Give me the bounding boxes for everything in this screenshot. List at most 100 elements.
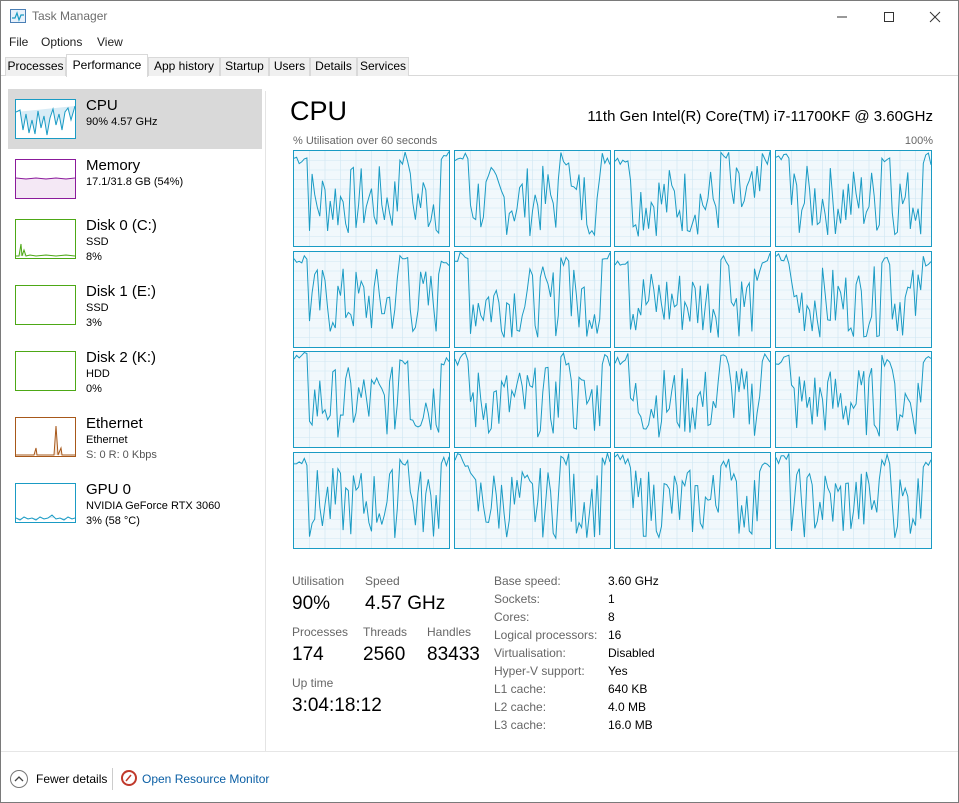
- resource-name: CPU: [86, 97, 118, 114]
- footer-separator: [112, 768, 113, 790]
- logical-processor-graph: [293, 150, 450, 247]
- tab-services[interactable]: Services: [357, 57, 409, 76]
- utilisation-label: Utilisation: [292, 574, 345, 588]
- task-manager-window: Task Manager File Options View Processes…: [0, 0, 959, 803]
- tab-users[interactable]: Users: [269, 57, 310, 76]
- resource-type: SSD: [86, 302, 109, 314]
- tab-performance[interactable]: Performance: [66, 54, 148, 77]
- logical-processor-graph: [454, 351, 611, 448]
- resource-detail: 90% 4.57 GHz: [86, 116, 158, 128]
- spec-label: Sockets:: [494, 592, 541, 606]
- close-icon: [929, 11, 941, 22]
- logical-processor-graph: [293, 452, 450, 549]
- pane-divider[interactable]: [265, 91, 266, 751]
- spec-value: 16: [608, 628, 622, 642]
- logical-processor-graph: [293, 351, 450, 448]
- logical-processor-graph: [454, 251, 611, 348]
- page-title: CPU: [290, 96, 348, 126]
- open-resource-monitor-link[interactable]: Open Resource Monitor: [142, 772, 269, 786]
- spec-label: L1 cache:: [494, 682, 547, 696]
- tab-details[interactable]: Details: [310, 57, 357, 76]
- threads-label: Threads: [363, 625, 408, 639]
- disk-2-thumbnail-graph: [15, 351, 76, 391]
- spec-value: 4.0 MB: [608, 700, 647, 714]
- menu-options[interactable]: Options: [41, 35, 82, 49]
- spec-label: L3 cache:: [494, 718, 547, 732]
- resource-name: Disk 1 (E:): [86, 283, 157, 300]
- spec-value: 1: [608, 592, 615, 606]
- tab-app-history[interactable]: App history: [148, 57, 220, 76]
- resource-ethernet[interactable]: Ethernet Ethernet S: 0 R: 0 Kbps: [8, 407, 262, 467]
- handles-label: Handles: [427, 625, 472, 639]
- processes-label: Processes: [292, 625, 349, 639]
- resource-type: SSD: [86, 236, 109, 248]
- menu-bar: File Options View: [1, 32, 958, 52]
- resource-gpu-0[interactable]: GPU 0 NVIDIA GeForce RTX 3060 3% (58 °C): [8, 473, 262, 533]
- spec-value: Yes: [608, 664, 628, 678]
- logical-processor-graph: [775, 351, 932, 448]
- logical-processor-graph: [454, 150, 611, 247]
- speed-value: 4.57 GHz: [365, 593, 446, 614]
- spec-label: Logical processors:: [494, 628, 598, 642]
- uptime-value: 3:04:18:12: [292, 695, 382, 716]
- logical-processor-graph: [614, 452, 771, 549]
- resource-throughput: S: 0 R: 0 Kbps: [86, 449, 157, 461]
- resource-disk-1[interactable]: Disk 1 (E:) SSD 3%: [8, 275, 262, 335]
- logical-processor-graph: [614, 351, 771, 448]
- threads-value: 2560: [363, 644, 406, 665]
- utilisation-value: 90%: [292, 593, 331, 614]
- resource-name: Memory: [86, 157, 141, 174]
- resource-usage: 3%: [86, 317, 102, 329]
- logical-processor-graph: [614, 150, 771, 247]
- resource-monitor-icon[interactable]: [121, 770, 137, 786]
- resource-usage: 8%: [86, 251, 102, 263]
- spec-value: Disabled: [608, 646, 655, 660]
- resource-disk-0[interactable]: Disk 0 (C:) SSD 8%: [8, 209, 262, 269]
- resource-memory[interactable]: Memory 17.1/31.8 GB (54%): [8, 149, 262, 209]
- spec-value: 16.0 MB: [608, 718, 653, 732]
- processes-value: 174: [292, 644, 324, 665]
- minimize-icon: [837, 16, 847, 17]
- logical-processor-graph: [775, 452, 932, 549]
- chevron-up-icon[interactable]: [10, 770, 28, 788]
- spec-label: Base speed:: [494, 574, 561, 588]
- menu-file[interactable]: File: [9, 35, 28, 49]
- resource-disk-2[interactable]: Disk 2 (K:) HDD 0%: [8, 341, 262, 401]
- title-bar[interactable]: Task Manager: [1, 1, 958, 32]
- spec-value: 3.60 GHz: [608, 574, 659, 588]
- menu-view[interactable]: View: [97, 35, 123, 49]
- maximize-icon: [884, 11, 894, 22]
- task-manager-icon: [10, 9, 26, 23]
- resource-detail: 17.1/31.8 GB (54%): [86, 176, 184, 188]
- logical-processor-graph: [775, 251, 932, 348]
- resource-cpu[interactable]: CPU 90% 4.57 GHz: [8, 89, 262, 149]
- spec-label: Cores:: [494, 610, 530, 624]
- logical-processor-graph: [454, 452, 611, 549]
- graph-max-label: 100%: [904, 135, 933, 147]
- ethernet-thumbnail-graph: [15, 417, 76, 457]
- resource-name: GPU 0: [86, 481, 132, 498]
- speed-label: Speed: [365, 574, 400, 588]
- tab-processes[interactable]: Processes: [5, 57, 66, 76]
- minimize-button[interactable]: [819, 1, 865, 32]
- spec-label: Hyper-V support:: [494, 664, 585, 678]
- tab-startup[interactable]: Startup: [220, 57, 269, 76]
- logical-processor-graph: [775, 150, 932, 247]
- resource-name: Ethernet: [86, 415, 143, 432]
- graph-caption: % Utilisation over 60 seconds: [293, 135, 438, 147]
- close-button[interactable]: [912, 1, 958, 32]
- memory-thumbnail-graph: [15, 159, 76, 199]
- logical-processor-graphs[interactable]: [293, 150, 933, 549]
- resource-adapter: Ethernet: [86, 434, 128, 446]
- spec-value: 8: [608, 610, 615, 624]
- logical-processor-graph: [614, 251, 771, 348]
- resource-usage: 3% (58 °C): [86, 515, 140, 527]
- resource-model: NVIDIA GeForce RTX 3060: [86, 500, 221, 512]
- handles-value: 83433: [427, 644, 480, 665]
- gpu-0-thumbnail-graph: [15, 483, 76, 523]
- maximize-button[interactable]: [866, 1, 912, 32]
- disk-0-thumbnail-graph: [15, 219, 76, 259]
- tab-bar: Processes Performance App history Startu…: [1, 52, 958, 77]
- fewer-details-link[interactable]: Fewer details: [36, 772, 107, 786]
- resource-list: CPU 90% 4.57 GHz Memory 17.1/31.8 GB (54…: [1, 77, 266, 751]
